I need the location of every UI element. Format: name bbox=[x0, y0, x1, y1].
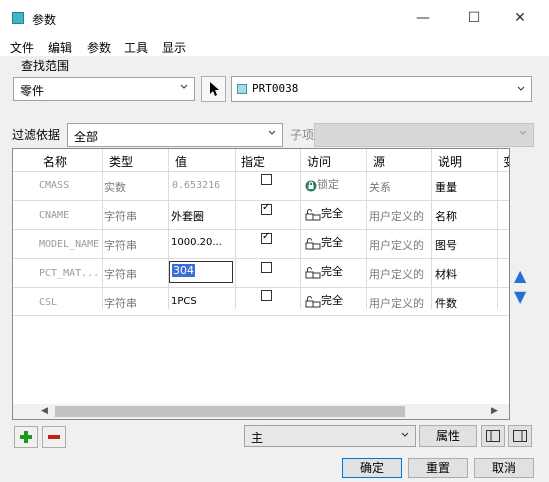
menu-tools[interactable]: 工具 bbox=[124, 39, 148, 56]
columns-icon bbox=[513, 430, 527, 442]
col-header-access[interactable]: 访问 bbox=[307, 153, 331, 175]
col-header-type[interactable]: 类型 bbox=[109, 153, 133, 175]
row-value[interactable]: 0.653216 bbox=[172, 180, 220, 191]
search-scope-label: 查找范围 bbox=[21, 59, 70, 73]
close-button[interactable]: ✕ bbox=[497, 4, 543, 32]
designated-checkbox[interactable] bbox=[261, 202, 272, 215]
designated-checkbox[interactable] bbox=[261, 290, 272, 301]
row-type: 字符串 bbox=[104, 268, 137, 281]
chevron-down-icon bbox=[519, 130, 527, 135]
row-description: 图号 bbox=[435, 239, 457, 252]
designated-checkbox[interactable] bbox=[261, 231, 272, 244]
row-source: 用户定义的 bbox=[369, 268, 424, 281]
row-type: 字符串 bbox=[104, 210, 137, 223]
chevron-down-icon bbox=[517, 86, 525, 91]
col-header-source[interactable]: 源 bbox=[373, 153, 385, 175]
row-source: 关系 bbox=[369, 181, 391, 194]
column-view-button[interactable] bbox=[508, 425, 532, 447]
window-title: 参数 bbox=[32, 13, 57, 27]
row-source: 用户定义的 bbox=[369, 239, 424, 252]
minus-icon bbox=[48, 435, 60, 439]
filter-label: 过滤依据 bbox=[12, 128, 61, 142]
row-type: 字符串 bbox=[104, 297, 137, 310]
chevron-down-icon bbox=[401, 432, 409, 437]
sub-item-select[interactable] bbox=[314, 123, 534, 147]
chevron-down-icon bbox=[268, 130, 276, 135]
title-bar: 参数 — ☐ ✕ bbox=[0, 0, 549, 36]
main-select[interactable]: 主 bbox=[244, 425, 416, 447]
menu-edit[interactable]: 编辑 bbox=[48, 39, 72, 56]
table-view-button[interactable] bbox=[481, 425, 505, 447]
row-value[interactable]: 1PCS bbox=[171, 296, 197, 307]
row-description: 材料 bbox=[435, 268, 457, 281]
row-description: 件数 bbox=[435, 297, 457, 310]
row-name: CMASS bbox=[39, 180, 70, 191]
row-type: 实数 bbox=[104, 181, 126, 194]
row-value[interactable]: 1000.20... bbox=[171, 237, 222, 248]
row-name: CNAME bbox=[39, 210, 70, 221]
value-edit-input[interactable]: 304 bbox=[169, 261, 233, 283]
scroll-left-icon[interactable]: ◀ bbox=[41, 406, 48, 416]
row-type: 字符串 bbox=[104, 239, 137, 252]
row-source: 用户定义的 bbox=[369, 297, 424, 310]
select-model-button[interactable] bbox=[201, 76, 226, 102]
minimize-button[interactable]: — bbox=[400, 4, 446, 32]
access-cell: 完全 bbox=[305, 263, 343, 279]
properties-button[interactable]: 属性 bbox=[419, 425, 477, 447]
move-up-icon[interactable]: ▲ bbox=[514, 266, 526, 285]
unlocked-icon bbox=[305, 237, 321, 249]
part-icon bbox=[237, 84, 247, 94]
col-header-value[interactable]: 值 bbox=[175, 153, 187, 175]
col-header-name[interactable]: 名称 bbox=[43, 153, 67, 175]
menu-display[interactable]: 显示 bbox=[162, 39, 186, 56]
col-header-description[interactable]: 说明 bbox=[438, 153, 462, 175]
parameter-table: 名称 类型 值 指定 访问 源 说明 变 CMASS 实数 0.653216 锁… bbox=[12, 148, 510, 420]
add-parameter-button[interactable] bbox=[14, 426, 38, 448]
chevron-down-icon bbox=[180, 84, 188, 89]
access-cell: 完全 bbox=[305, 205, 343, 221]
cancel-button[interactable]: 取消 bbox=[474, 458, 534, 478]
maximize-button[interactable]: ☐ bbox=[451, 4, 497, 32]
designated-checkbox[interactable] bbox=[261, 262, 272, 273]
horizontal-scrollbar[interactable]: ◀ ▶ bbox=[13, 404, 509, 419]
row-name: MODEL_NAME bbox=[39, 239, 100, 250]
scope-select[interactable]: 零件 bbox=[13, 77, 195, 101]
locked-icon bbox=[305, 180, 317, 191]
app-icon bbox=[12, 12, 24, 24]
reset-button[interactable]: 重置 bbox=[408, 458, 468, 478]
unlocked-icon bbox=[305, 266, 321, 278]
cursor-icon bbox=[209, 82, 219, 96]
model-select[interactable]: PRT0038 bbox=[231, 76, 532, 102]
menu-parameters[interactable]: 参数 bbox=[87, 39, 111, 56]
scroll-right-icon[interactable]: ▶ bbox=[491, 406, 498, 416]
designated-checkbox[interactable] bbox=[261, 174, 272, 185]
remove-parameter-button[interactable] bbox=[42, 426, 66, 448]
menu-file[interactable]: 文件 bbox=[10, 39, 34, 56]
filter-select[interactable]: 全部 bbox=[67, 123, 283, 147]
unlocked-icon bbox=[305, 295, 321, 307]
access-cell: 完全 bbox=[305, 234, 343, 250]
row-name: CSL bbox=[39, 297, 58, 308]
move-down-icon[interactable]: ▼ bbox=[514, 287, 526, 306]
sub-item-label: 子项 bbox=[290, 128, 315, 142]
unlocked-icon bbox=[305, 208, 321, 220]
scrollbar-thumb[interactable] bbox=[55, 406, 405, 417]
access-cell: 锁定 bbox=[305, 176, 339, 192]
row-value[interactable]: 外套圈 bbox=[171, 208, 204, 224]
table-icon bbox=[486, 430, 500, 442]
col-header-designated[interactable]: 指定 bbox=[241, 153, 265, 175]
row-description: 重量 bbox=[435, 181, 457, 194]
access-cell: 完全 bbox=[305, 292, 343, 308]
row-source: 用户定义的 bbox=[369, 210, 424, 223]
row-description: 名称 bbox=[435, 210, 457, 223]
menu-bar: 文件 编辑 参数 工具 显示 bbox=[0, 36, 549, 56]
col-header-extra[interactable]: 变 bbox=[503, 153, 509, 175]
ok-button[interactable]: 确定 bbox=[342, 458, 402, 478]
row-name: PCT_MAT... bbox=[39, 268, 100, 279]
plus-icon bbox=[20, 431, 32, 443]
